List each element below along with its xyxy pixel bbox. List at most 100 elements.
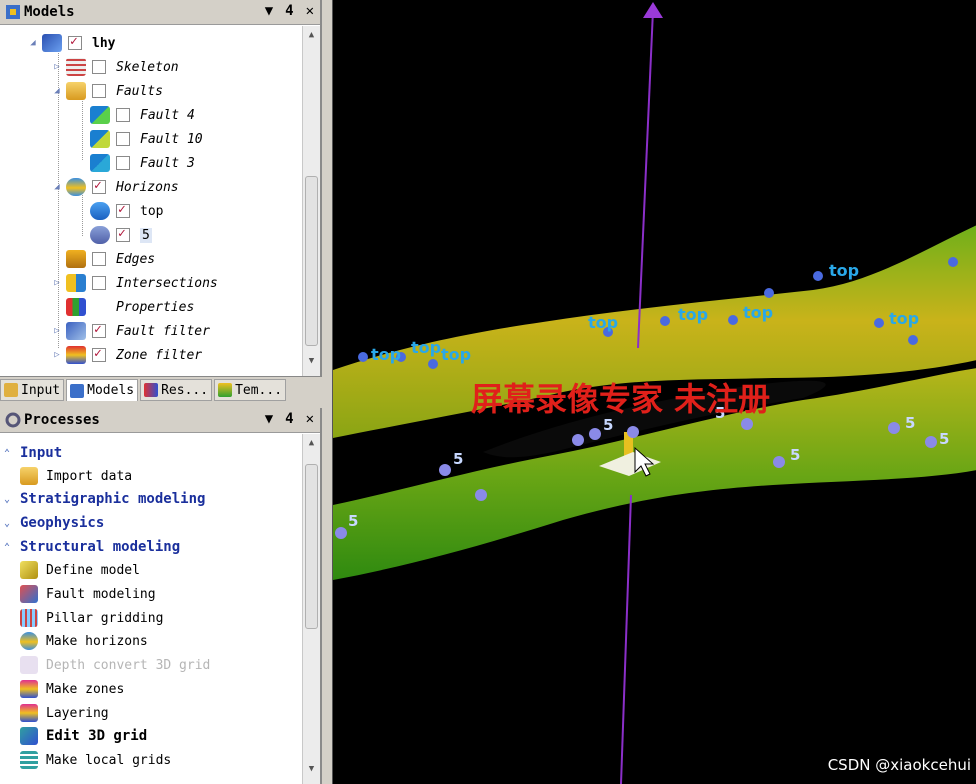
tab-label: Input (21, 382, 61, 398)
scroll-thumb[interactable] (305, 464, 318, 629)
process-edit-3d-grid[interactable]: Edit 3D grid (20, 725, 147, 747)
expand-chevron-icon[interactable]: ⌄ (0, 494, 14, 505)
process-depth-convert-3d-grid: Depth convert 3D grid (20, 654, 210, 676)
checkbox-top[interactable] (116, 202, 130, 218)
checkbox-5[interactable] (116, 226, 130, 242)
process-label: Make horizons (46, 633, 148, 649)
well-path-lower (620, 494, 632, 784)
tree-item-5[interactable]: 5 (76, 224, 152, 246)
collapse-icon[interactable]: ◢ (28, 38, 38, 48)
process-label: Fault modeling (46, 586, 156, 602)
tab-input[interactable]: Input (0, 379, 65, 401)
section-label: Stratigraphic modeling (20, 491, 206, 507)
models-panel-pin-button[interactable]: 4 (285, 3, 293, 19)
tree-item-fault-filter[interactable]: ▷ Fault filter (52, 320, 210, 342)
scroll-down-icon[interactable]: ▼ (303, 764, 320, 780)
tree-item-zone-filter[interactable]: ▷ Zone filter (52, 344, 202, 366)
tab-templates[interactable]: Tem... (214, 379, 287, 401)
expand-icon[interactable]: ▷ (52, 278, 62, 288)
layering-icon (20, 704, 38, 722)
tree-item-fault-10[interactable]: Fault 10 (76, 128, 203, 150)
checkbox-intersections[interactable] (92, 276, 106, 290)
tree-item-intersections[interactable]: ▷ Intersections (52, 272, 218, 294)
processes-panel: Processes ▼ 4 ✕ ⌃ Input Import data ⌄ St… (0, 408, 322, 784)
tree-item-top[interactable]: top (76, 200, 163, 222)
tree-item-fault-3[interactable]: Fault 3 (76, 152, 195, 174)
checkbox-fault-10[interactable] (116, 132, 130, 146)
tree-item-faults[interactable]: ◢ Faults (52, 80, 163, 102)
scroll-down-icon[interactable]: ▼ (303, 356, 320, 372)
tab-models[interactable]: Models (66, 379, 139, 401)
edit-3d-grid-icon (20, 727, 38, 745)
processes-panel-pin-button[interactable]: 4 (285, 411, 293, 427)
process-make-zones[interactable]: Make zones (20, 678, 124, 700)
collapse-icon[interactable]: ◢ (52, 86, 62, 96)
fault-icon (90, 106, 110, 124)
zone-filter-icon (66, 346, 86, 364)
processes-panel-close-button[interactable]: ✕ (306, 411, 314, 427)
fault-modeling-icon (20, 585, 38, 603)
checkbox-faults[interactable] (92, 84, 106, 98)
models-scrollbar[interactable]: ▲ ▼ (302, 26, 320, 376)
surface-label: top (411, 338, 441, 357)
models-panel-close-button[interactable]: ✕ (306, 3, 314, 19)
section-input[interactable]: ⌃ Input (0, 442, 62, 464)
expand-chevron-icon[interactable]: ⌄ (0, 518, 14, 529)
define-model-icon (20, 561, 38, 579)
collapse-icon[interactable]: ◢ (52, 182, 62, 192)
checkbox-skeleton[interactable] (92, 60, 106, 74)
collapse-chevron-icon[interactable]: ⌃ (0, 542, 14, 553)
section-structural-modeling[interactable]: ⌃ Structural modeling (0, 536, 180, 558)
process-layering[interactable]: Layering (20, 702, 109, 724)
tree-item-properties[interactable]: Properties (52, 296, 194, 318)
tree-item-edges[interactable]: Edges (52, 248, 155, 270)
process-label: Depth convert 3D grid (46, 657, 211, 673)
expand-icon[interactable]: ▷ (52, 350, 62, 360)
scroll-up-icon[interactable]: ▲ (303, 30, 320, 46)
models-panel-menu-button[interactable]: ▼ (265, 3, 273, 19)
process-pillar-gridding[interactable]: Pillar gridding (20, 607, 163, 629)
checkbox-lhy[interactable] (68, 34, 82, 50)
fault-icon (90, 130, 110, 148)
checkbox-fault-4[interactable] (116, 108, 130, 122)
process-define-model[interactable]: Define model (20, 559, 140, 581)
process-make-local-grids[interactable]: Make local grids (20, 749, 171, 771)
3d-scene[interactable]: top top top top top top top top 5 5 5 5 … (333, 0, 976, 784)
scroll-up-icon[interactable]: ▲ (303, 438, 320, 454)
tree-item-skeleton[interactable]: ▷ Skeleton (52, 56, 179, 78)
surface-label: 5 (348, 512, 358, 530)
section-label: Input (20, 445, 63, 461)
checkbox-fault-3[interactable] (116, 156, 130, 170)
models-panel-title: Models (24, 4, 75, 20)
checkbox-fault-filter[interactable] (92, 322, 106, 338)
section-stratigraphic-modeling[interactable]: ⌄ Stratigraphic modeling (0, 488, 205, 510)
models-panel: Models ▼ 4 ✕ ◢ lhy ▷ Skeleton ◢ Faults (0, 0, 322, 376)
tree-item-lhy[interactable]: ◢ lhy (28, 32, 115, 54)
tree-label: Faults (116, 83, 163, 99)
tab-results[interactable]: Res... (140, 379, 213, 401)
processes-panel-menu-button[interactable]: ▼ (265, 411, 273, 427)
section-geophysics[interactable]: ⌄ Geophysics (0, 512, 104, 534)
process-import-data[interactable]: Import data (20, 465, 132, 487)
section-label: Geophysics (20, 515, 105, 531)
models-title-bar: Models ▼ 4 ✕ (0, 0, 320, 25)
expand-icon[interactable]: ▷ (52, 326, 62, 336)
input-tab-icon (4, 383, 18, 397)
checkbox-horizons[interactable] (92, 178, 106, 194)
surface-label: 5 (905, 414, 915, 432)
3d-viewport[interactable]: top top top top top top top top 5 5 5 5 … (332, 0, 976, 784)
collapse-chevron-icon[interactable]: ⌃ (0, 448, 14, 459)
checkbox-edges[interactable] (92, 252, 106, 266)
process-fault-modeling[interactable]: Fault modeling (20, 583, 156, 605)
checkbox-zone-filter[interactable] (92, 346, 106, 362)
tree-label: Intersections (116, 275, 218, 291)
pillar-gridding-icon (20, 609, 38, 627)
scroll-thumb[interactable] (305, 176, 318, 346)
processes-panel-title: Processes (24, 412, 100, 428)
process-label: Make zones (46, 681, 125, 697)
process-make-horizons[interactable]: Make horizons (20, 630, 148, 652)
tree-item-fault-4[interactable]: Fault 4 (76, 104, 195, 126)
processes-scrollbar[interactable]: ▲ ▼ (302, 434, 320, 784)
expand-icon[interactable]: ▷ (52, 62, 62, 72)
tree-item-horizons[interactable]: ◢ Horizons (52, 176, 179, 198)
